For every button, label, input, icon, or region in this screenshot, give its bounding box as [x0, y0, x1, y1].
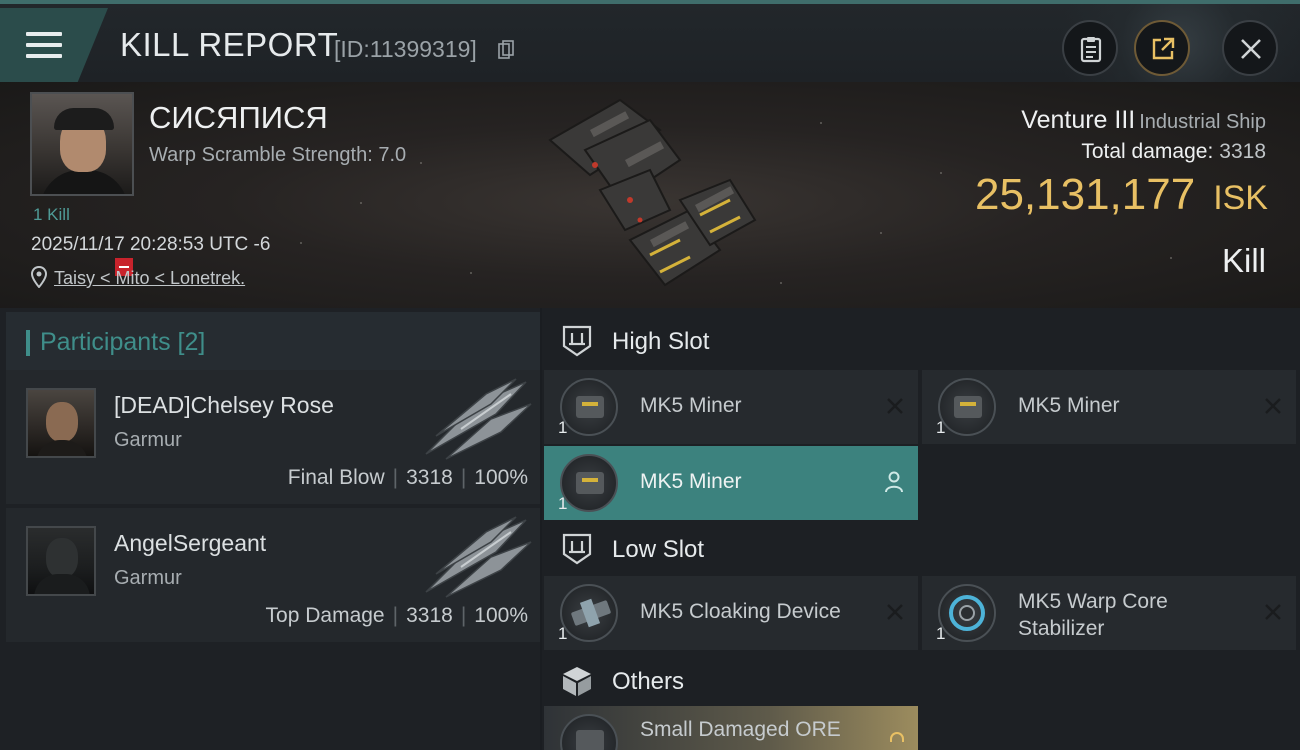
miner-icon [560, 454, 618, 512]
others-label: Others [612, 668, 685, 695]
cargo-item-name: Small Damaged ORE [640, 718, 841, 741]
page-title: KILL REPORT [120, 26, 339, 63]
cloaking-device-icon [560, 584, 618, 642]
victim-portrait[interactable] [30, 92, 134, 196]
module-quantity: 1 [558, 494, 568, 513]
share-button[interactable] [1134, 20, 1190, 76]
module-name-line1: MK5 Warp Core [1018, 590, 1168, 613]
participant-avatar[interactable] [26, 388, 96, 458]
low-slot-header: Low Slot [542, 518, 1300, 578]
total-damage-value: 3318 [1219, 140, 1266, 163]
participant-role: Final Blow [287, 466, 385, 489]
warp-core-stabilizer-icon [938, 584, 996, 642]
participant-avatar[interactable] [26, 526, 96, 596]
module-slot[interactable]: 1 MK5 Cloaking Device [544, 576, 918, 650]
participant-card[interactable]: [DEAD]Chelsey Rose Garmur Final Blow | 331… [6, 370, 540, 504]
participants-title: Participants [2] [40, 328, 206, 356]
high-slot-icon [562, 325, 592, 357]
isk-value: 25,131,177 [974, 170, 1196, 219]
module-name-line2: Stabilizer [1018, 617, 1105, 640]
participant-name[interactable]: AngelSergeant [114, 530, 266, 557]
person-icon [885, 471, 903, 493]
high-slot-header: High Slot [542, 310, 1300, 370]
share-icon [1152, 37, 1175, 60]
cargo-box-icon [563, 667, 591, 696]
isk-value-row: 25,131,177 ISK [975, 170, 1268, 220]
menu-button[interactable] [0, 8, 108, 82]
victim-banner: СИСЯПИСЯ Warp Scramble Strength: 7.0 1 K… [0, 82, 1300, 308]
participant-card[interactable]: AngelSergeant Garmur Top Damage | 3318 | 100… [6, 508, 540, 642]
destroyed-x-icon [887, 398, 903, 414]
module-quantity: 1 [558, 418, 568, 437]
participant-ship: Garmur [114, 429, 182, 451]
others-header: Others [542, 650, 1300, 710]
module-name: MK5 Miner [640, 394, 742, 417]
low-slot-icon [562, 533, 592, 565]
module-name: MK5 Miner [640, 470, 742, 493]
participant-name[interactable]: [DEAD]Chelsey Rose [114, 392, 334, 419]
clipboard-icon [1080, 37, 1102, 63]
module-name: MK5 Cloaking Device [640, 600, 841, 623]
destroyed-x-icon [1265, 604, 1281, 620]
ship-type-name: Venture III [1021, 106, 1136, 134]
destroyed-x-icon [887, 604, 903, 620]
destroyed-x-icon [1265, 398, 1281, 414]
participants-header: Participants [2] [6, 312, 540, 370]
module-slot-dropped[interactable]: 1 MK5 Miner [544, 446, 918, 520]
participant-damage: 3318 [406, 466, 453, 489]
hamburger-icon [26, 32, 62, 60]
clipboard-button[interactable] [1062, 20, 1118, 76]
module-slot[interactable]: 1 MK5 Miner [922, 370, 1296, 444]
victim-ship-name[interactable]: Venture III Industrial Ship [1021, 106, 1266, 135]
participant-stats: Top Damage | 3318 | 100% [265, 604, 528, 627]
location-link[interactable]: Taisy < Mito < Lonetrek. [54, 268, 245, 289]
participant-stats: Final Blow | 3318 | 100% [287, 466, 528, 489]
module-quantity: 1 [936, 624, 946, 643]
module-slot[interactable]: 1 MK5 Miner [544, 370, 918, 444]
miner-icon [560, 378, 618, 436]
participant-ship-image [425, 516, 532, 598]
victim-ship-image[interactable] [530, 90, 770, 300]
kill-result: Kill [1221, 242, 1266, 279]
fitting-panel: High Slot 1 MK5 Miner 1 MK5 Miner 1 MK5 … [542, 308, 1300, 750]
ore-icon [560, 714, 618, 750]
module-quantity: 1 [558, 624, 568, 643]
cargo-item[interactable]: Small Damaged ORE [544, 706, 918, 750]
isk-unit: ISK [1213, 179, 1268, 217]
low-slot-label: Low Slot [612, 536, 705, 563]
copy-icon[interactable] [498, 40, 514, 59]
warp-scramble-strength: Warp Scramble Strength: 7.0 [149, 144, 407, 166]
participant-role: Top Damage [265, 604, 385, 627]
high-slot-label: High Slot [612, 328, 710, 355]
participant-ship: Garmur [114, 567, 182, 589]
top-bar: KILL REPORT [ID:11399319] [0, 0, 1300, 86]
module-quantity: 1 [936, 418, 946, 437]
participant-percent: 100% [474, 604, 528, 627]
participant-damage: 3318 [406, 604, 453, 627]
participant-ship-image [425, 378, 532, 460]
close-icon [1241, 39, 1261, 59]
miner-icon [938, 378, 996, 436]
participant-percent: 100% [474, 466, 528, 489]
report-id: [ID:11399319] [334, 36, 477, 62]
dropped-indicator-icon [890, 732, 904, 742]
close-button[interactable] [1222, 20, 1278, 76]
kill-count: 1 Kill [33, 205, 70, 224]
module-name: MK5 Warp Core Stabilizer [1018, 588, 1168, 642]
header-accent-bar [26, 330, 30, 356]
total-damage-label: Total damage: [1081, 140, 1214, 163]
module-name: MK5 Miner [1018, 394, 1120, 417]
location-pin-icon [31, 266, 47, 288]
module-slot[interactable]: 1 MK5 Warp Core Stabilizer [922, 576, 1296, 650]
participants-panel: Participants [2] [DEAD]Chelsey Rose Garm… [0, 308, 540, 750]
total-damage: Total damage: 3318 [1081, 140, 1266, 164]
ship-class: Industrial Ship [1139, 111, 1266, 133]
kill-datetime: 2025/11/17 20:28:53 UTC -6 [31, 234, 271, 255]
victim-name[interactable]: СИСЯПИСЯ [149, 100, 328, 136]
